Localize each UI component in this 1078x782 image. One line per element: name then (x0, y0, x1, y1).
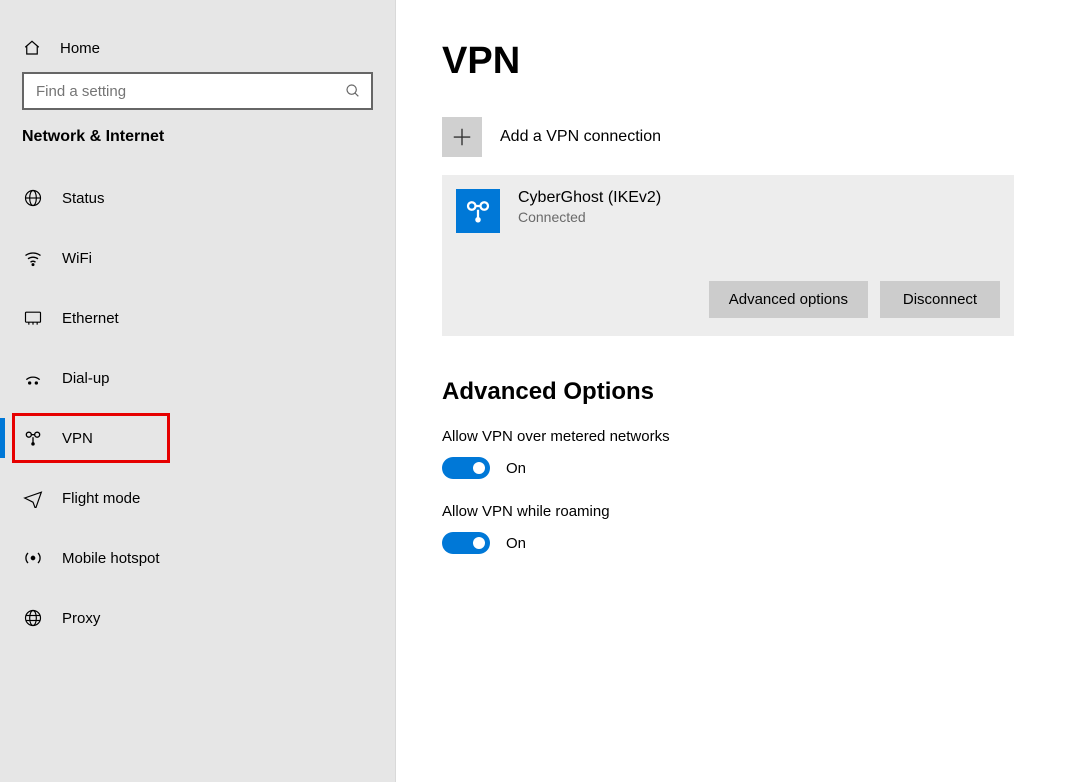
sidebar: Home Network & Internet Status (0, 0, 396, 782)
sidebar-item-label: Flight mode (62, 490, 140, 507)
search-box[interactable] (22, 72, 373, 110)
search-icon (345, 83, 361, 99)
page-title: VPN (442, 40, 1032, 83)
hotspot-icon (22, 548, 44, 568)
roaming-toggle-state: On (506, 535, 526, 552)
sidebar-item-ethernet[interactable]: Ethernet (0, 288, 395, 348)
sidebar-item-label: Dial-up (62, 370, 110, 387)
sidebar-item-dialup[interactable]: Dial-up (0, 348, 395, 408)
roaming-toggle-label: Allow VPN while roaming (442, 503, 1032, 520)
vpn-connection-status: Connected (518, 209, 661, 225)
sidebar-home[interactable]: Home (0, 24, 395, 72)
proxy-icon (22, 608, 44, 628)
sidebar-item-label: WiFi (62, 250, 92, 267)
search-input[interactable] (34, 82, 345, 101)
sidebar-nav: Status WiFi Ethernet (0, 168, 395, 648)
vpn-connection-icon (456, 189, 500, 233)
metered-toggle-state: On (506, 460, 526, 477)
sidebar-item-label: Ethernet (62, 310, 119, 327)
wifi-icon (22, 248, 44, 268)
main-content: VPN Add a VPN connection CyberGhost (IKE… (396, 0, 1078, 782)
advanced-options-section: Advanced Options Allow VPN over metered … (442, 378, 1032, 554)
advanced-options-button[interactable]: Advanced options (709, 281, 868, 318)
sidebar-section-label: Network & Internet (0, 128, 395, 168)
vpn-icon (22, 428, 44, 448)
globe-icon (22, 188, 44, 208)
sidebar-item-status[interactable]: Status (0, 168, 395, 228)
metered-toggle-label: Allow VPN over metered networks (442, 428, 1032, 445)
sidebar-item-hotspot[interactable]: Mobile hotspot (0, 528, 395, 588)
sidebar-item-wifi[interactable]: WiFi (0, 228, 395, 288)
plus-icon (442, 117, 482, 157)
add-vpn-label: Add a VPN connection (500, 128, 661, 146)
add-vpn-button[interactable]: Add a VPN connection (442, 111, 1032, 175)
home-icon (22, 38, 42, 58)
vpn-connection-card[interactable]: CyberGhost (IKEv2) Connected Advanced op… (442, 175, 1014, 336)
sidebar-item-label: Mobile hotspot (62, 550, 160, 567)
dialup-icon (22, 368, 44, 388)
sidebar-item-label: Status (62, 190, 105, 207)
sidebar-item-label: Proxy (62, 610, 100, 627)
sidebar-item-vpn[interactable]: VPN (0, 408, 395, 468)
vpn-connection-name: CyberGhost (IKEv2) (518, 189, 661, 207)
metered-toggle[interactable] (442, 457, 490, 479)
airplane-icon (22, 488, 44, 508)
sidebar-item-proxy[interactable]: Proxy (0, 588, 395, 648)
sidebar-item-flightmode[interactable]: Flight mode (0, 468, 395, 528)
sidebar-home-label: Home (60, 40, 100, 57)
sidebar-item-label: VPN (62, 430, 93, 447)
roaming-toggle[interactable] (442, 532, 490, 554)
ethernet-icon (22, 308, 44, 328)
disconnect-button[interactable]: Disconnect (880, 281, 1000, 318)
advanced-options-heading: Advanced Options (442, 378, 1032, 406)
